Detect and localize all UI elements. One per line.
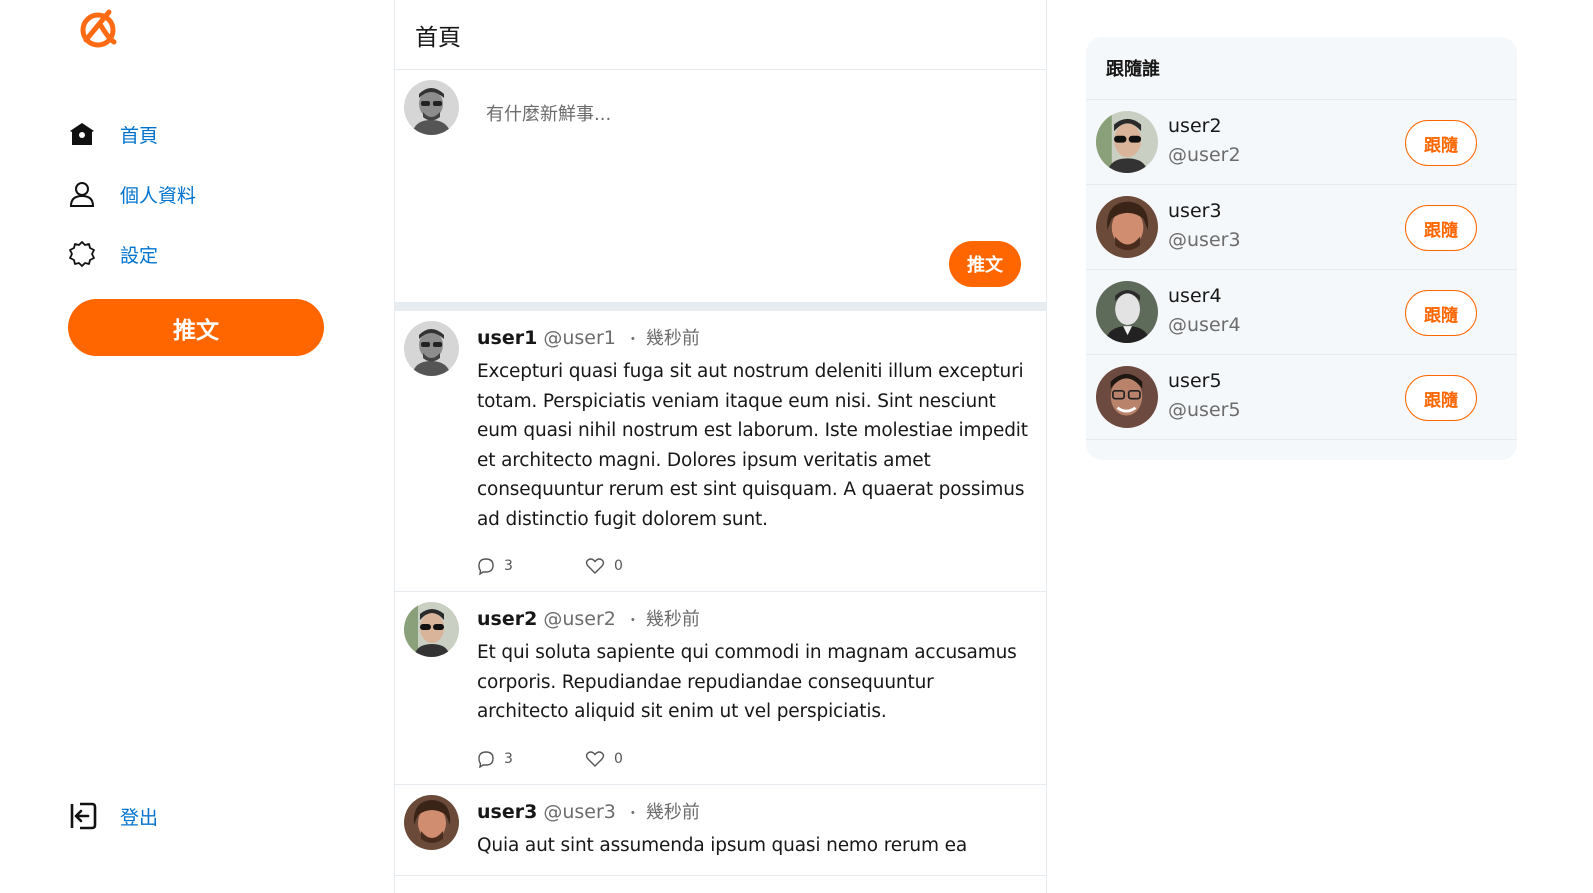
suggestion-name[interactable]: user3 bbox=[1168, 200, 1222, 222]
tweet-input[interactable] bbox=[486, 100, 1006, 250]
avatar[interactable] bbox=[404, 321, 459, 376]
tweet-author-name[interactable]: user3 bbox=[477, 799, 537, 825]
suggestion-handle: @user3 bbox=[1168, 229, 1241, 251]
tweet-actions: 3 0 bbox=[477, 749, 1028, 769]
follow-suggestion: user5 @user5 跟隨 bbox=[1086, 355, 1517, 440]
suggestion-handle: @user2 bbox=[1168, 144, 1241, 166]
sidebar-tweet-button[interactable]: 推文 bbox=[68, 299, 324, 356]
comment-icon bbox=[478, 750, 494, 768]
suggestion-handle: @user5 bbox=[1168, 399, 1241, 421]
tweet-author-handle[interactable]: @user2 bbox=[543, 606, 616, 632]
follow-button[interactable]: 跟隨 bbox=[1405, 290, 1477, 336]
follow-button[interactable]: 跟隨 bbox=[1405, 205, 1477, 251]
gear-icon bbox=[66, 238, 98, 270]
follow-button[interactable]: 跟隨 bbox=[1405, 375, 1477, 421]
sidebar-item-profile[interactable]: 個人資料 bbox=[66, 174, 196, 214]
separator-dot: ・ bbox=[625, 332, 640, 348]
separator-dot: ・ bbox=[625, 613, 640, 629]
tweet-item[interactable]: user2 @user2 ・ 幾秒前 Et qui soluta sapient… bbox=[395, 592, 1046, 785]
tweet-item[interactable]: user1 @user1 ・ 幾秒前 Excepturi quasi fuga … bbox=[395, 311, 1046, 592]
alpha-logo[interactable] bbox=[78, 8, 118, 48]
tweet-author-handle[interactable]: @user3 bbox=[543, 799, 616, 825]
tweet-text: Quia aut sint assumenda ipsum quasi nemo… bbox=[477, 834, 968, 856]
heart-icon bbox=[585, 558, 605, 574]
tweet-header: user1 @user1 ・ 幾秒前 bbox=[477, 325, 1028, 351]
main-feed: 首頁 推文 bbox=[394, 0, 1047, 893]
like-count: 0 bbox=[614, 750, 623, 767]
page-title: 首頁 bbox=[415, 24, 461, 51]
tweet-header: user2 @user2 ・ 幾秒前 bbox=[477, 606, 1028, 632]
comment-icon bbox=[478, 558, 494, 575]
avatar[interactable] bbox=[1096, 111, 1158, 173]
page-header: 首頁 bbox=[395, 0, 1046, 70]
follow-suggestion: user3 @user3 跟隨 bbox=[1086, 185, 1517, 270]
tweet-author-name[interactable]: user2 bbox=[477, 606, 537, 632]
reply-count: 3 bbox=[504, 558, 513, 574]
panel-title: 跟隨誰 bbox=[1086, 37, 1517, 100]
suggestion-name[interactable]: user5 bbox=[1168, 370, 1222, 392]
follow-suggestion: user4 @user4 跟隨 bbox=[1086, 270, 1517, 355]
sidebar-item-label: 首頁 bbox=[120, 124, 159, 147]
sidebar-item-settings[interactable]: 設定 bbox=[66, 234, 158, 274]
follow-button[interactable]: 跟隨 bbox=[1405, 120, 1477, 166]
tweet-actions: 3 0 bbox=[477, 556, 1028, 576]
sidebar-item-label: 個人資料 bbox=[120, 184, 197, 207]
avatar[interactable] bbox=[1096, 366, 1158, 428]
heart-icon bbox=[585, 750, 605, 767]
tweet-item[interactable]: user3 @user3 ・ 幾秒前 Quia aut sint assumen… bbox=[395, 785, 1046, 876]
avatar[interactable] bbox=[404, 794, 459, 850]
avatar[interactable] bbox=[1096, 281, 1158, 343]
reply-count: 3 bbox=[504, 750, 513, 767]
logout-icon bbox=[66, 800, 98, 832]
like-button[interactable]: 0 bbox=[585, 557, 693, 575]
sidebar-item-home[interactable]: 首頁 bbox=[66, 114, 158, 154]
tweet-composer: 推文 bbox=[395, 70, 1046, 311]
suggestion-name[interactable]: user2 bbox=[1168, 115, 1222, 137]
user-icon bbox=[66, 178, 98, 210]
separator-dot: ・ bbox=[625, 805, 640, 822]
logout-label: 登出 bbox=[120, 806, 159, 829]
avatar[interactable] bbox=[404, 602, 459, 657]
logout-link[interactable]: 登出 bbox=[66, 796, 158, 836]
tweet-text: Et qui soluta sapiente qui commodi in ma… bbox=[477, 642, 1017, 722]
suggestion-handle: @user4 bbox=[1168, 314, 1241, 336]
like-count: 0 bbox=[614, 558, 623, 574]
tweet-timestamp: 幾秒前 bbox=[645, 328, 700, 349]
tweet-text: Excepturi quasi fuga sit aut nostrum del… bbox=[477, 361, 1028, 530]
tweet-header: user3 @user3 ・ 幾秒前 bbox=[477, 799, 1028, 825]
tweet-author-name[interactable]: user1 bbox=[477, 325, 537, 351]
tweet-timestamp: 幾秒前 bbox=[645, 609, 700, 630]
avatar bbox=[404, 80, 459, 135]
reply-button[interactable]: 3 bbox=[477, 557, 585, 575]
avatar[interactable] bbox=[1096, 196, 1158, 258]
tweet-author-handle[interactable]: @user1 bbox=[543, 325, 616, 351]
suggestion-name[interactable]: user4 bbox=[1168, 285, 1222, 307]
like-button[interactable]: 0 bbox=[585, 750, 693, 768]
follow-suggestion: user2 @user2 跟隨 bbox=[1086, 100, 1517, 185]
sidebar-item-label: 設定 bbox=[120, 244, 159, 267]
tweet-timestamp: 幾秒前 bbox=[645, 801, 700, 823]
home-icon bbox=[66, 118, 98, 150]
submit-tweet-button[interactable]: 推文 bbox=[949, 241, 1021, 287]
reply-button[interactable]: 3 bbox=[477, 750, 585, 768]
who-to-follow-panel: 跟隨誰 user2 @user2 跟隨 user3 @user3 跟隨 user… bbox=[1086, 37, 1517, 460]
left-sidebar: 首頁 個人資料 設定 推文 登出 bbox=[0, 0, 394, 893]
